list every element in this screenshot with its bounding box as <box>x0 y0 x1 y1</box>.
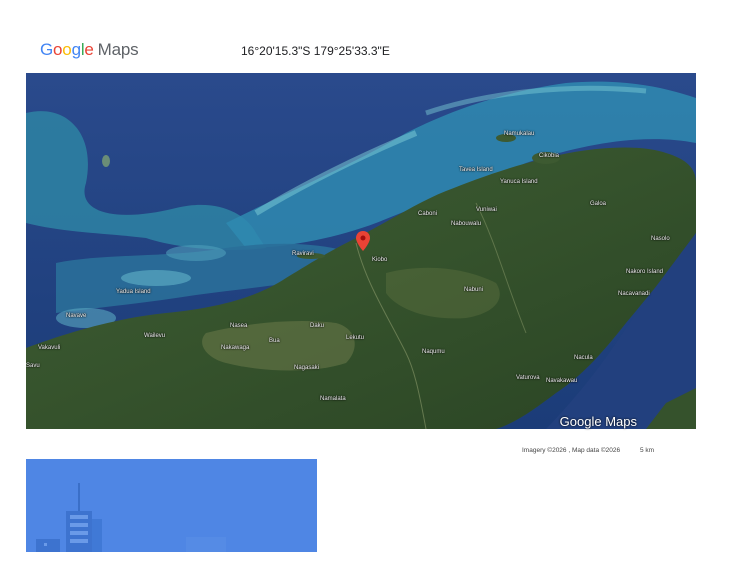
street-view-preview[interactable] <box>26 459 317 552</box>
map-place-label[interactable]: Nabuni <box>464 287 483 293</box>
map-place-label[interactable]: Kiobo <box>372 257 387 263</box>
map-place-label[interactable]: Raviravi <box>292 251 314 257</box>
map-place-label[interactable]: Wailevu <box>144 333 165 339</box>
satellite-map[interactable]: Namukalau Cikobia Tavea Island Yanuca Is… <box>26 73 696 429</box>
map-place-label[interactable]: Nasea <box>230 323 247 329</box>
map-place-label[interactable]: Naqumu <box>422 349 445 355</box>
map-place-label[interactable]: Namukalau <box>504 131 534 137</box>
map-place-label[interactable]: Bua <box>269 338 280 344</box>
map-place-label[interactable]: Galoa <box>590 201 606 207</box>
map-place-label[interactable]: Tavea Island <box>459 167 493 173</box>
map-place-label[interactable]: Nacavanadi <box>618 291 650 297</box>
map-place-label[interactable]: Navakawau <box>546 378 577 384</box>
map-place-label[interactable]: Nacula <box>574 355 593 361</box>
map-place-label[interactable]: Yadua Island <box>116 289 151 295</box>
google-maps-logo: Google Maps <box>40 40 139 60</box>
map-attribution: Imagery ©2026 , Map data ©2026 <box>522 447 621 454</box>
location-pin-icon[interactable] <box>356 231 370 251</box>
map-place-label[interactable]: Vuniwai <box>476 207 497 213</box>
map-place-label[interactable]: Nakawaga <box>221 345 249 351</box>
map-place-label[interactable]: Navave <box>66 313 86 319</box>
map-place-label[interactable]: Namalata <box>320 396 346 402</box>
map-place-label[interactable]: Daku <box>310 323 324 329</box>
map-imagery <box>26 73 696 429</box>
map-place-label[interactable]: Nagasaki <box>294 365 319 371</box>
map-place-label[interactable]: Savu <box>26 363 40 369</box>
street-view-thumbnail <box>26 459 317 552</box>
logo-google-text: Google <box>40 40 94 59</box>
map-place-label[interactable]: Nasolo <box>651 236 670 242</box>
coordinates-readout: 16°20'15.3"S 179°25'33.3"E <box>241 44 390 58</box>
map-place-label[interactable]: Vaturova <box>516 375 540 381</box>
map-place-label[interactable]: Lekutu <box>346 335 364 341</box>
map-place-label[interactable]: Nabouwalu <box>451 221 481 227</box>
map-place-label[interactable]: Vakavuli <box>38 345 60 351</box>
google-maps-watermark: Google Maps <box>559 414 637 429</box>
map-place-label[interactable]: Cikobia <box>539 153 559 159</box>
map-place-label[interactable]: Yanuca Island <box>500 179 538 185</box>
logo-maps-text: Maps <box>97 40 139 59</box>
map-place-label[interactable]: Nakoro Island <box>626 269 663 275</box>
map-place-label[interactable]: Caboni <box>418 211 437 217</box>
scale-label: 5 km <box>640 447 655 454</box>
